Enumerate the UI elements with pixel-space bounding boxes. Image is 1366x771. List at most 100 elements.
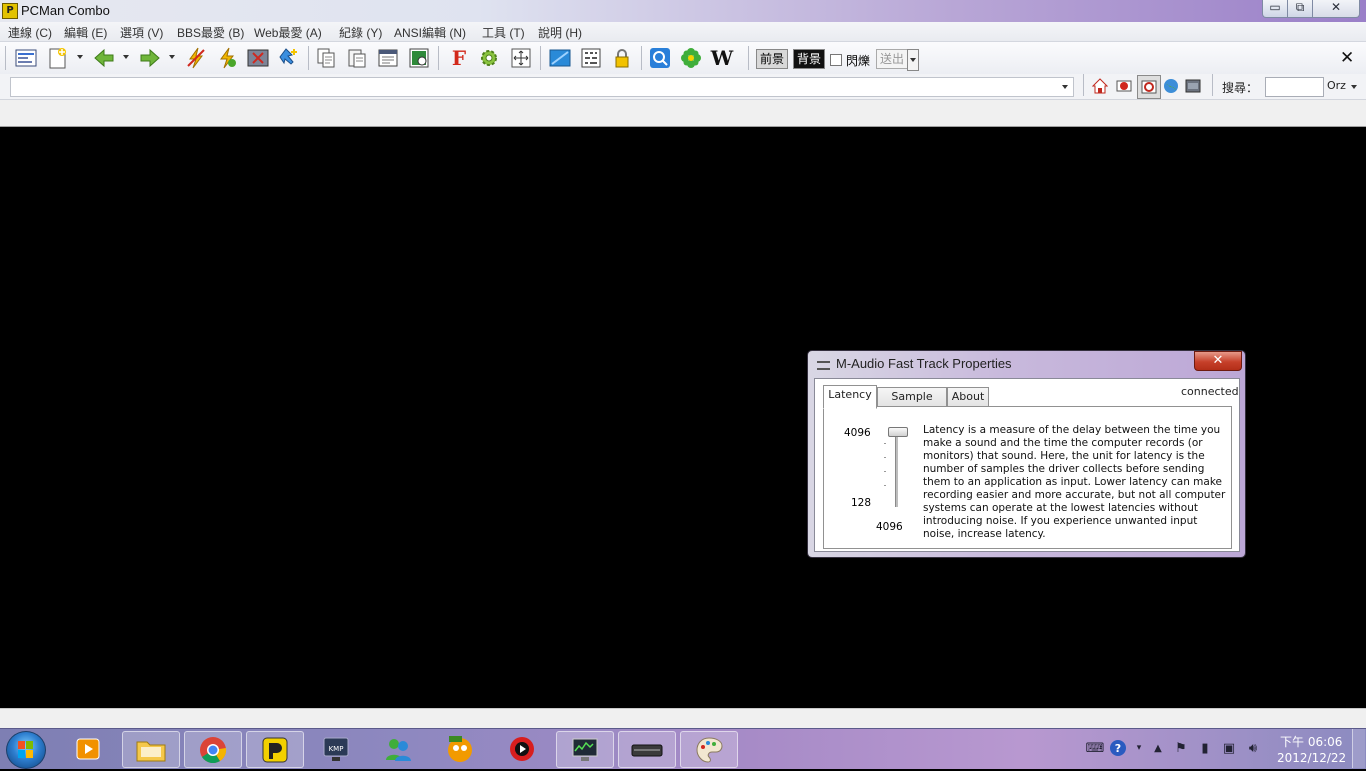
toolbar-separator [438,46,439,70]
volume-icon[interactable]: 🔊︎ [1245,740,1261,756]
home-icon[interactable] [1090,76,1110,96]
latency-description: Latency is a measure of the delay betwee… [923,424,1226,540]
window-icon[interactable] [1183,76,1203,96]
taskbar-chrome[interactable] [184,731,242,768]
add-favorite-icon[interactable] [277,47,301,69]
audio-device-icon [631,744,663,756]
device-icon [817,361,830,370]
help-icon[interactable]: ? [1110,740,1126,756]
taskbar-device[interactable] [618,731,676,768]
blink-label: 閃爍 [846,54,871,68]
address-book-icon[interactable] [14,47,38,69]
taskbar-media-player[interactable] [60,731,116,766]
foreground-color-button[interactable]: 前景 [756,49,789,69]
maximize-button[interactable]: ⧉ [1287,0,1313,18]
taskbar-pcman[interactable] [246,731,304,768]
menu-edit[interactable]: 編輯 (E) [64,24,107,41]
close-toolbar-button[interactable]: ✕ [1340,48,1354,68]
stop-icon[interactable] [1114,76,1134,96]
tab-latency[interactable]: Latency [823,385,877,409]
taskbar-kmplayer[interactable]: KMP [308,731,364,766]
address-input[interactable] [10,77,1074,97]
new-dropdown-arrow[interactable] [77,55,83,59]
taskbar-pps[interactable] [432,731,488,766]
address-dropdown-arrow[interactable] [1062,85,1068,89]
menu-bbs-favorites[interactable]: BBS最愛 (B) [177,24,244,41]
send-button[interactable]: 送出 [876,49,909,69]
dialog-close-button[interactable]: ✕ [1194,351,1242,371]
copy-article-icon[interactable] [376,47,400,69]
forward-arrow-icon[interactable] [138,47,162,69]
flower-icon[interactable] [679,47,703,69]
tab-sample-rate[interactable]: Sample Rate [877,387,947,421]
menu-tools[interactable]: 工具 (T) [482,24,525,41]
send-dropdown[interactable] [907,49,919,71]
close-window-button[interactable]: ✕ [1312,0,1360,18]
menu-log[interactable]: 紀錄 (Y) [339,24,382,41]
taskbar-qvod[interactable] [494,731,550,766]
paste-icon[interactable] [345,47,369,69]
latency-slider-thumb[interactable] [888,427,908,437]
clock-time[interactable]: 下午 06:06 [1280,733,1342,750]
search-label: 搜尋： [1222,81,1259,95]
close-tab-icon[interactable] [246,47,270,69]
minimize-button[interactable]: ▭ [1262,0,1288,18]
menu-bar: 連線 (C) 編輯 (E) 選項 (V) BBS最愛 (B) Web最愛 (A)… [0,22,1366,42]
show-hidden-icons[interactable]: ▲ [1150,740,1166,756]
font-icon[interactable]: F [447,46,471,70]
search-engine-dropdown-arrow[interactable] [1351,85,1357,89]
font-f-glyph: F [451,46,467,70]
menu-web-favorites[interactable]: Web最愛 (A) [254,24,322,41]
disconnect-icon[interactable] [184,47,208,69]
pcman-logo-icon: P [2,3,18,19]
globe-icon[interactable] [1161,76,1181,96]
slider-tick [884,471,886,472]
input-options-icon[interactable]: ▾ [1131,740,1147,756]
usb-device-icon[interactable]: ▮ [1197,740,1213,756]
copy-icon[interactable] [314,47,338,69]
toolbar-separator [748,46,749,70]
slider-tick [884,443,886,444]
menu-ansi-edit[interactable]: ANSI編輯 (N) [394,24,466,41]
search-input[interactable] [1265,77,1324,97]
menu-options[interactable]: 選項 (V) [120,24,163,41]
slider-max-label: 4096 [844,427,871,439]
refresh-icon[interactable] [1137,75,1161,99]
fullscreen-icon[interactable] [548,47,572,69]
menu-help[interactable]: 說明 (H) [538,24,582,41]
users-icon [386,738,411,761]
taskbar-users[interactable] [370,731,426,766]
forward-dropdown-arrow[interactable] [169,55,175,59]
taskbar-paint[interactable] [680,731,738,768]
toolbar-separator [308,46,309,70]
tab-about[interactable]: About [947,387,989,408]
lock-icon[interactable] [610,47,634,69]
ansi-editor-icon[interactable] [579,47,603,69]
start-button[interactable] [6,731,46,769]
menu-connection[interactable]: 連線 (C) [8,24,52,41]
background-color-button[interactable]: 背景 [793,49,826,69]
svg-text:KMP: KMP [329,745,344,753]
wikipedia-w-glyph: W [710,46,734,70]
show-desktop-button[interactable] [1352,729,1365,768]
pps-icon [448,735,472,762]
resize-icon[interactable] [509,47,533,69]
search-engine-icon[interactable] [648,47,672,69]
new-page-icon[interactable] [45,47,69,69]
back-dropdown-arrow[interactable] [123,55,129,59]
blink-checkbox[interactable] [830,54,842,66]
wikipedia-icon[interactable]: W [710,46,734,70]
search-engine-select[interactable]: Orz [1327,79,1346,92]
taskbar-file-explorer[interactable] [122,731,180,768]
back-arrow-icon[interactable] [92,47,116,69]
latency-slider-track[interactable] [895,431,898,507]
taskbar-system-monitor[interactable] [556,731,614,768]
network-icon[interactable]: ▣ [1221,740,1237,756]
folder-icon [136,741,166,761]
screenshot-icon[interactable] [407,47,431,69]
settings-gear-icon[interactable] [477,47,501,69]
reconnect-icon[interactable] [215,47,239,69]
clock-date[interactable]: 2012/12/22 [1277,751,1346,765]
action-center-flag-icon[interactable]: ⚑ [1173,740,1189,756]
keyboard-icon[interactable]: ⌨ [1086,740,1105,756]
